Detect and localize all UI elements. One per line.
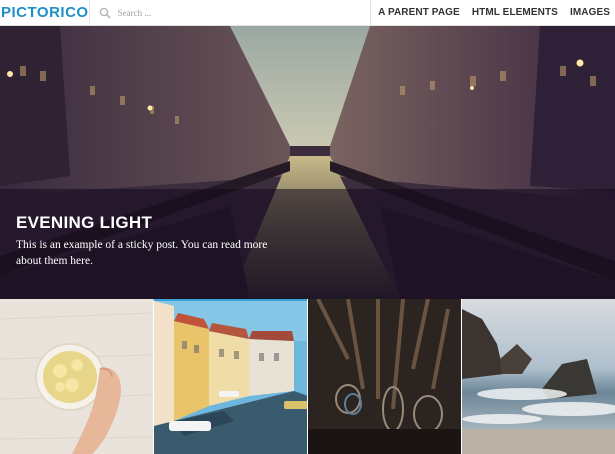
featured-post-excerpt: This is an example of a sticky post. You… (16, 239, 268, 267)
rocky-shore-image (462, 299, 615, 454)
search-icon (98, 6, 112, 20)
tools-shed-image (308, 299, 461, 454)
nav-item-images[interactable]: IMAGES (570, 7, 610, 18)
site-title[interactable]: PICTORICO (1, 4, 89, 21)
site-header: PICTORICO A PARENT PAGE HTML ELEMENTS IM… (0, 0, 615, 26)
main-nav: A PARENT PAGE HTML ELEMENTS IMAGES (371, 0, 615, 26)
post-thumbnail[interactable] (307, 299, 461, 454)
post-thumbnail[interactable] (153, 299, 307, 454)
canal-village-image (154, 301, 307, 454)
post-thumbnail[interactable] (0, 299, 153, 454)
nav-item-html-elements[interactable]: HTML ELEMENTS (472, 7, 558, 18)
site-logo[interactable]: PICTORICO (0, 0, 90, 26)
post-thumbnail[interactable] (461, 299, 615, 454)
lemon-tea-image (0, 299, 153, 454)
featured-post[interactable]: EVENING LIGHT This is an example of a st… (0, 26, 615, 299)
search-bar (90, 0, 372, 26)
search-input[interactable] (117, 3, 318, 22)
post-grid (0, 299, 615, 454)
nav-item-parent-page[interactable]: A PARENT PAGE (378, 7, 460, 18)
featured-post-title[interactable]: EVENING LIGHT (16, 213, 152, 233)
